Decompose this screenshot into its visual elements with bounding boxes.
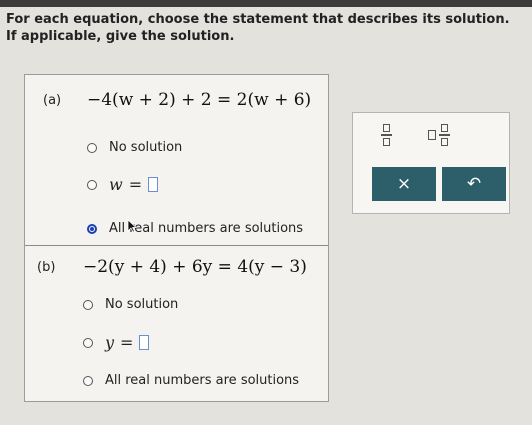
- equals-sign: =: [128, 175, 143, 194]
- clear-button[interactable]: ×: [372, 167, 436, 201]
- radio-button[interactable]: [87, 142, 97, 153]
- part-b-option-variable[interactable]: y =: [83, 333, 150, 352]
- part-b-option-no-solution[interactable]: No solution: [83, 297, 178, 312]
- option-label: No solution: [109, 140, 183, 155]
- instructions: For each equation, choose the statement …: [6, 11, 526, 45]
- radio-button[interactable]: [83, 375, 93, 386]
- part-a-equation: −4(w + 2) + 2 = 2(w + 6): [87, 90, 312, 110]
- mouse-cursor-icon: [127, 219, 137, 233]
- equals-sign: =: [120, 333, 134, 352]
- option-label: No solution: [105, 297, 179, 312]
- section-divider: [25, 245, 328, 246]
- instructions-line-1: For each equation, choose the statement …: [6, 12, 510, 27]
- answer-input-box[interactable]: [139, 335, 150, 350]
- answer-input-box[interactable]: [148, 177, 159, 192]
- part-a-option-all-real[interactable]: All real numbers are solutions: [87, 221, 303, 236]
- question-panel: (a) −4(w + 2) + 2 = 2(w + 6) No solution…: [24, 74, 329, 402]
- option-label: All real numbers are solutions: [105, 373, 300, 388]
- undo-button[interactable]: ↶: [442, 167, 506, 201]
- part-b-equation: −2(y + 4) + 6y = 4(y − 3): [83, 257, 307, 277]
- mixed-number-icon[interactable]: [428, 124, 450, 146]
- instructions-line-2: If applicable, give the solution.: [6, 29, 235, 44]
- radio-button-selected[interactable]: [87, 223, 97, 234]
- part-a-option-no-solution[interactable]: No solution: [87, 140, 182, 155]
- part-a-option-variable[interactable]: w =: [87, 175, 159, 194]
- fraction-icon[interactable]: [381, 124, 392, 146]
- part-b-option-all-real[interactable]: All real numbers are solutions: [83, 373, 299, 388]
- part-a-label: (a): [43, 93, 62, 108]
- variable-name: w: [109, 175, 123, 194]
- option-label: All real numbers are solutions: [109, 221, 304, 236]
- variable-name: y: [105, 333, 115, 352]
- radio-button[interactable]: [83, 337, 93, 348]
- radio-button[interactable]: [83, 299, 93, 310]
- math-tool-palette: × ↶: [352, 112, 510, 214]
- radio-button[interactable]: [87, 179, 97, 190]
- part-b-label: (b): [37, 260, 56, 275]
- top-bar: [0, 0, 532, 7]
